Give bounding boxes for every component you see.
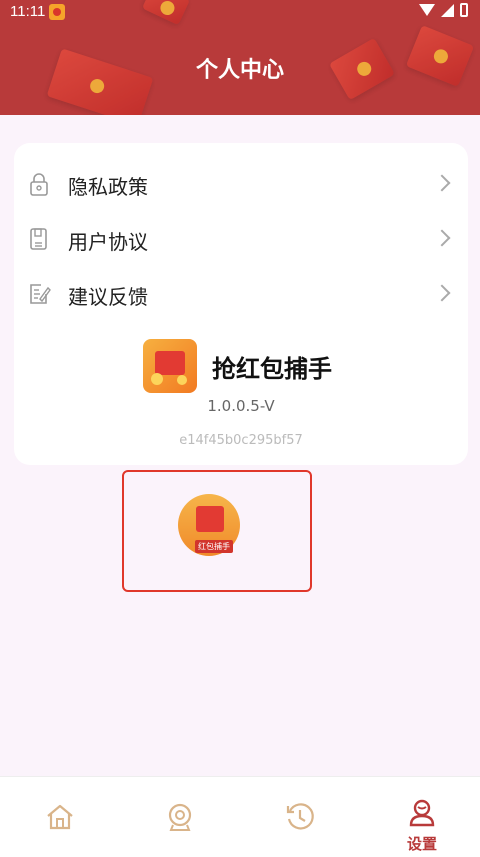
menu-item-label: 隐私政策 bbox=[68, 175, 148, 199]
highlighted-app-badge[interactable]: 红包捕手 bbox=[122, 470, 312, 592]
page-title: 个人中心 bbox=[195, 58, 284, 83]
history-clock-icon bbox=[286, 803, 314, 830]
red-envelope-app-icon bbox=[143, 339, 197, 393]
status-time: 11:11 bbox=[10, 3, 46, 20]
feedback-edit-icon bbox=[30, 284, 51, 304]
tab-settings-label: 设置 bbox=[406, 835, 437, 853]
home-icon bbox=[47, 804, 73, 830]
header: 11:11 个人中心 bbox=[0, 0, 480, 115]
menu-item-user-agreement[interactable]: 用户协议 bbox=[14, 212, 468, 268]
document-icon bbox=[30, 228, 47, 250]
menu-item-label: 用户协议 bbox=[68, 230, 148, 254]
red-envelope-badge-icon: 红包捕手 bbox=[178, 494, 244, 558]
chevron-right-icon bbox=[433, 174, 451, 192]
lock-icon bbox=[30, 173, 48, 196]
badge-label: 红包捕手 bbox=[195, 540, 233, 553]
menu-item-privacy-policy[interactable]: 隐私政策 bbox=[14, 157, 468, 213]
app-hash: e14f45b0c295bf57 bbox=[179, 433, 303, 448]
app-version: 1.0.0.5-V bbox=[207, 397, 275, 415]
app-name: 抢红包捕手 bbox=[212, 355, 332, 383]
chevron-right-icon bbox=[433, 284, 451, 302]
menu-item-feedback[interactable]: 建议反馈 bbox=[14, 267, 468, 323]
settings-card: 隐私政策 用户协议 建议反馈 抢红包捕手 1.0.0.5-V e14f45b0c… bbox=[14, 143, 468, 465]
chevron-right-icon bbox=[433, 229, 451, 247]
status-bar: 11:11 bbox=[0, 0, 480, 24]
tab-history[interactable] bbox=[260, 777, 340, 857]
tab-settings[interactable]: 设置 bbox=[382, 777, 462, 857]
notification-app-icon bbox=[49, 4, 65, 20]
signal-icon bbox=[441, 3, 454, 17]
battery-icon bbox=[460, 3, 468, 17]
menu-item-label: 建议反馈 bbox=[68, 285, 148, 309]
camera-icon bbox=[168, 803, 192, 831]
wifi-icon bbox=[419, 4, 435, 16]
tab-home[interactable] bbox=[20, 777, 100, 857]
status-icons bbox=[419, 3, 468, 17]
bottom-nav: 设置 bbox=[0, 776, 480, 857]
settings-person-icon bbox=[409, 799, 435, 827]
tab-camera[interactable] bbox=[140, 777, 220, 857]
